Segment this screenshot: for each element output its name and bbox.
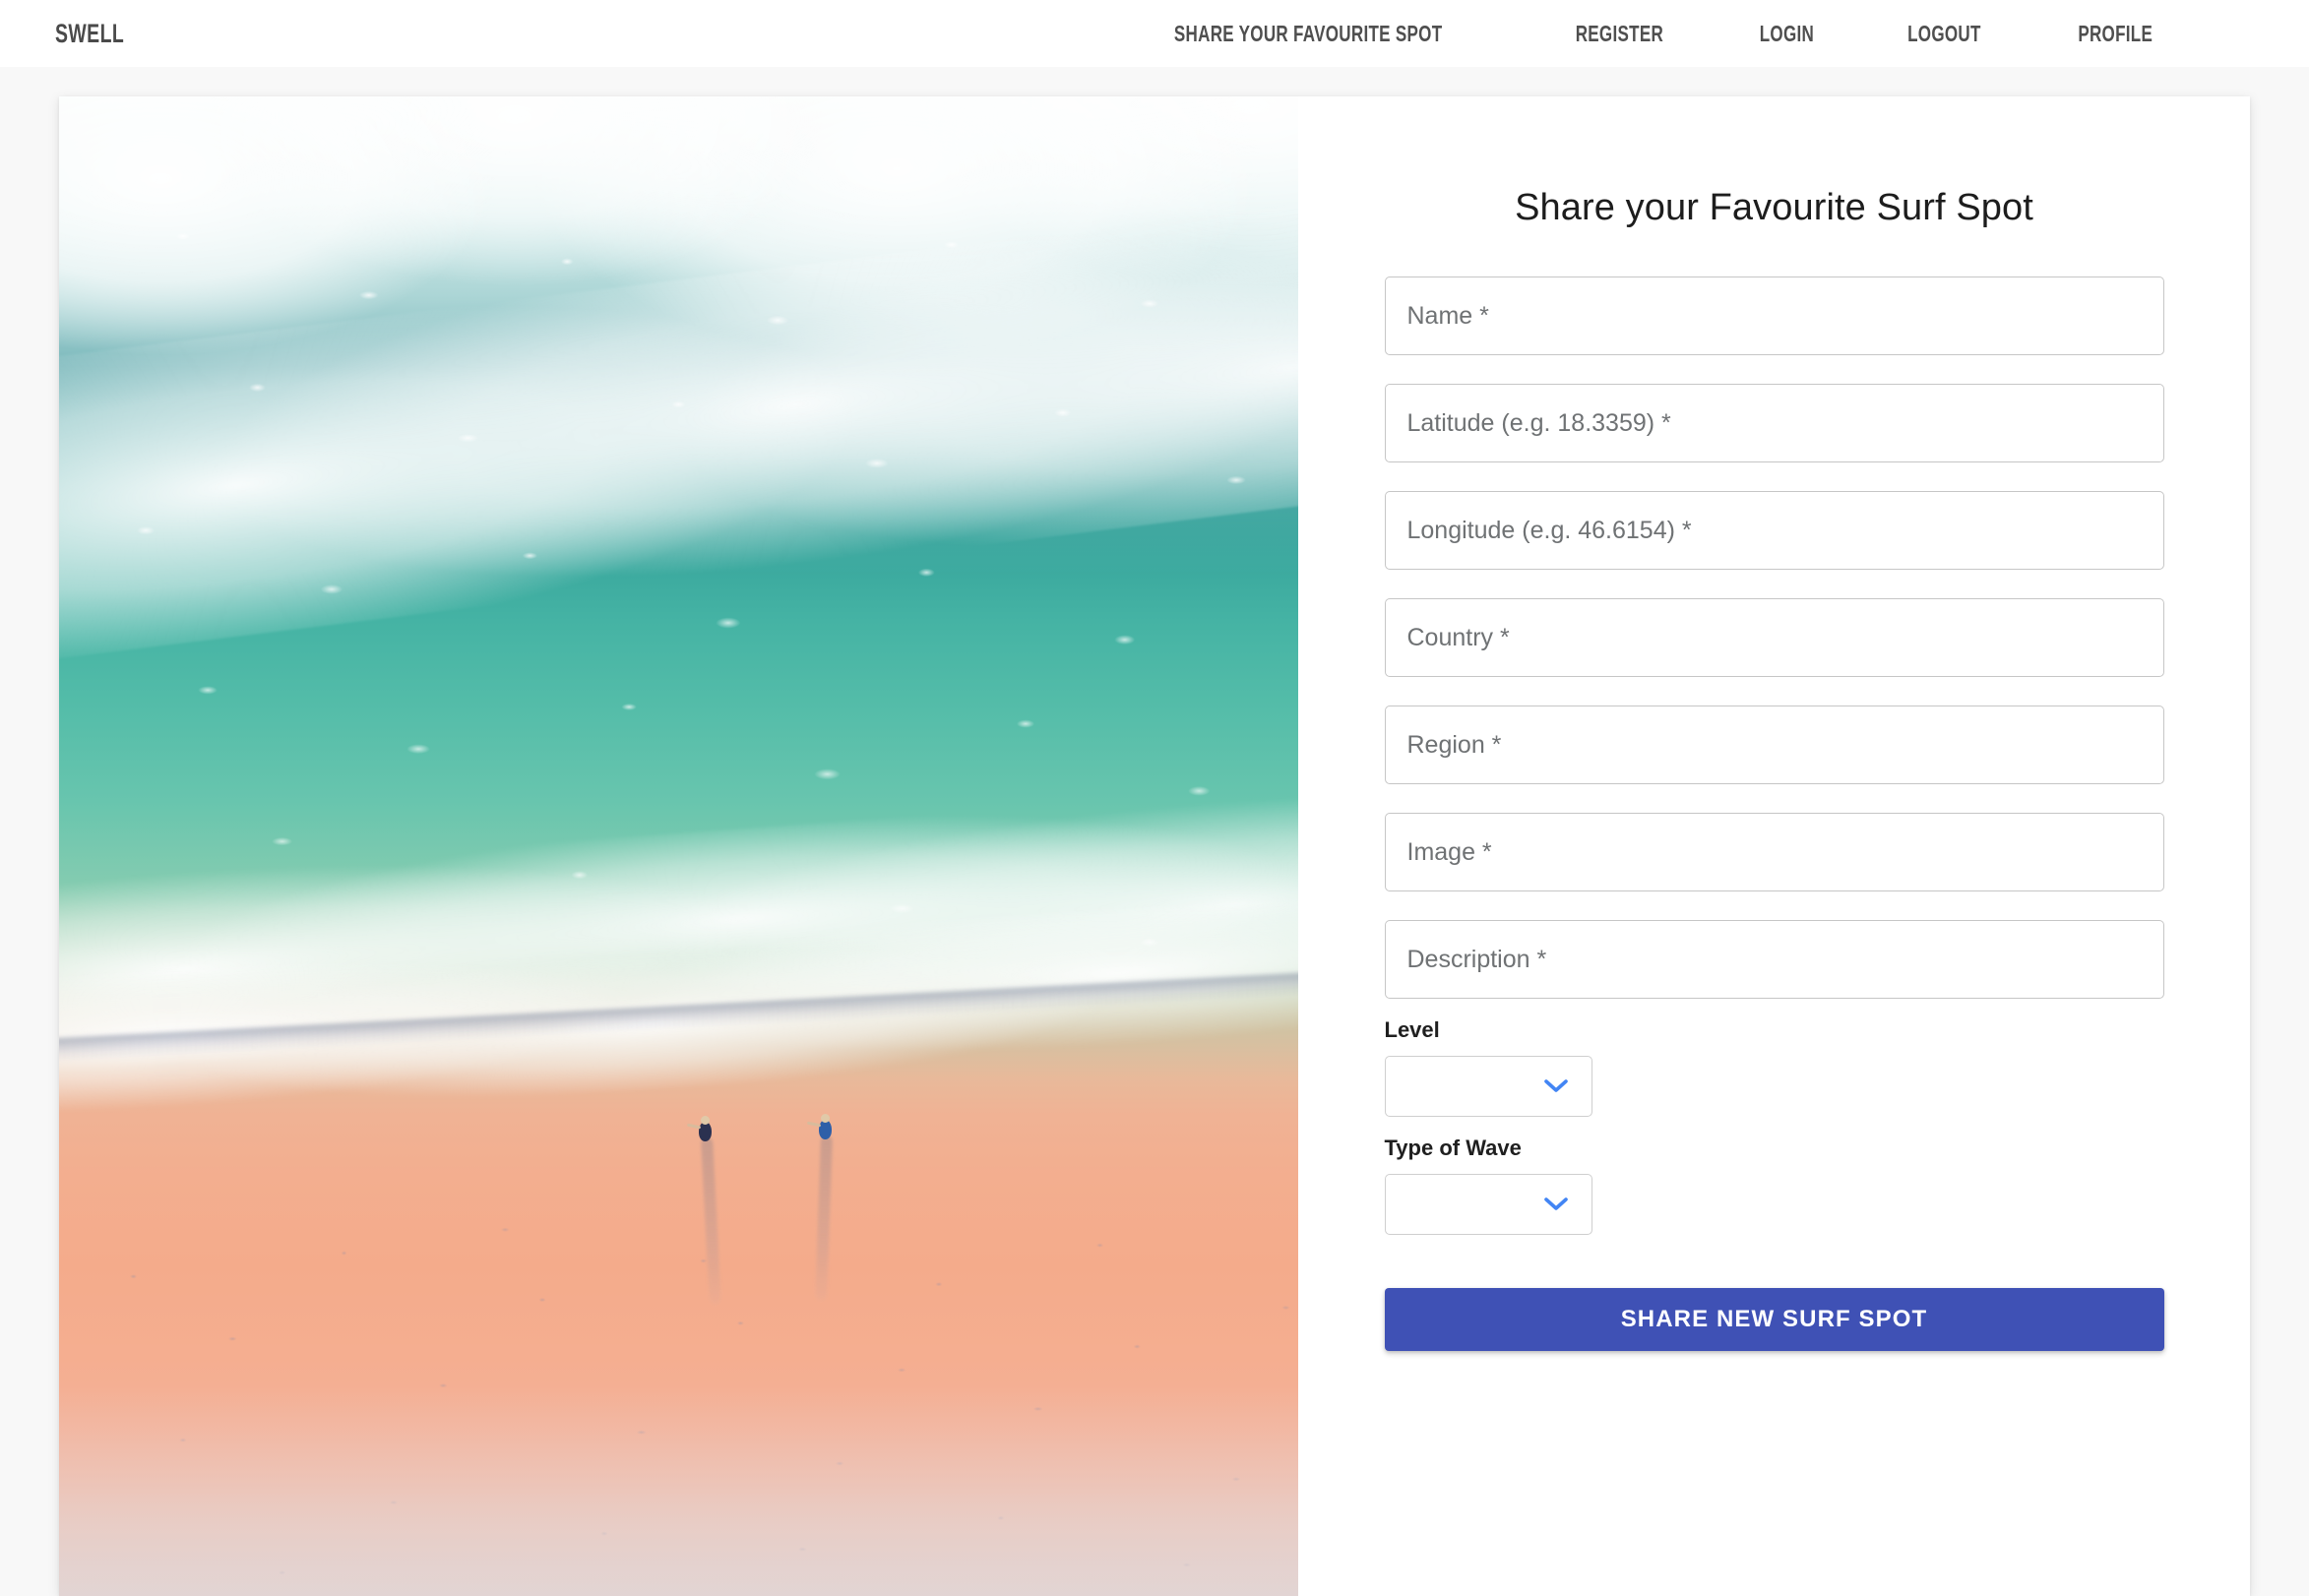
nav-link-register[interactable]: REGISTER (1570, 21, 1669, 47)
form-inner: Share your Favourite Surf Spot Level (1384, 187, 2164, 1596)
brand-logo[interactable]: SWELL (55, 19, 124, 49)
share-surf-spot-form: Level Type of Wave (1384, 276, 2164, 1351)
share-new-surf-spot-button[interactable]: Share New Surf Spot (1384, 1288, 2164, 1351)
nav-link-login[interactable]: LOGIN (1754, 21, 1820, 47)
wave-type-select[interactable] (1384, 1174, 1592, 1235)
region-input[interactable] (1384, 706, 2164, 784)
image-input[interactable] (1384, 813, 2164, 891)
level-select-wrapper (1384, 1056, 1592, 1117)
page-title: Share your Favourite Surf Spot (1515, 187, 2033, 228)
longitude-input[interactable] (1384, 491, 2164, 570)
wave-type-label: Type of Wave (1384, 1136, 1522, 1160)
level-label: Level (1384, 1017, 1440, 1042)
dry-sand-wash (59, 1385, 1298, 1596)
nav-link-share-spot[interactable]: SHARE YOUR FAVOURITE SPOT (1168, 21, 1448, 47)
person-head (821, 1114, 830, 1123)
nav-links: SHARE YOUR FAVOURITE SPOT REGISTER LOGIN… (1092, 21, 2309, 47)
nav-link-profile[interactable]: PROFILE (2072, 21, 2158, 47)
nav-link-logout[interactable]: LOGOUT (1902, 21, 1986, 47)
content-card: Share your Favourite Surf Spot Level (59, 96, 2250, 1596)
hero-beach-image (59, 96, 1298, 1596)
wave-type-select-wrapper (1384, 1174, 1592, 1235)
page-body: Share your Favourite Surf Spot Level (0, 67, 2309, 1596)
beach-person (806, 1114, 832, 1139)
latitude-input[interactable] (1384, 384, 2164, 462)
level-select[interactable] (1384, 1056, 1592, 1117)
country-input[interactable] (1384, 598, 2164, 677)
description-input[interactable] (1384, 920, 2164, 999)
beach-person (686, 1116, 712, 1141)
navbar: SWELL SHARE YOUR FAVOURITE SPOT REGISTER… (0, 0, 2309, 67)
surf-spot-form-panel: Share your Favourite Surf Spot Level (1298, 96, 2250, 1596)
name-input[interactable] (1384, 276, 2164, 355)
person-head (701, 1116, 710, 1125)
